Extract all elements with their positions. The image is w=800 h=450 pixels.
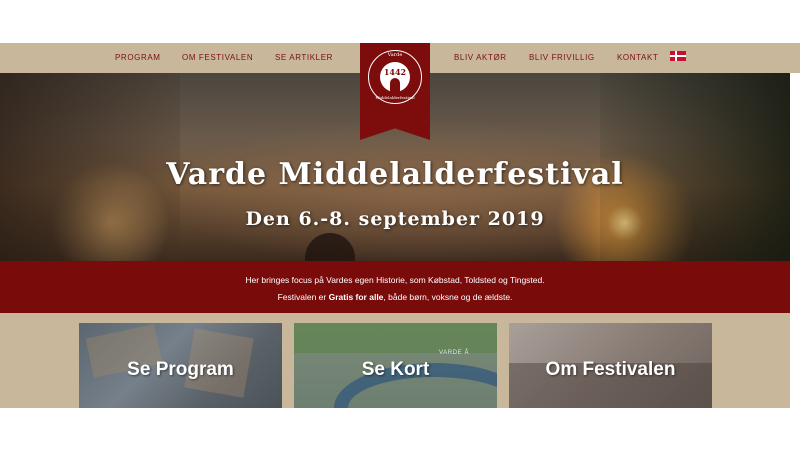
nav-kontakt[interactable]: KONTAKT xyxy=(617,53,658,62)
hero-archway-decor xyxy=(305,233,355,261)
hero-title: Varde Middelalderfestival xyxy=(166,157,624,192)
nav-bliv-aktor[interactable]: BLIV AKTØR xyxy=(454,53,507,62)
tile-label: Se Kort xyxy=(361,359,430,380)
tile-label: Se Program xyxy=(127,359,234,380)
info-line-2: Festivalen er Gratis for alle, både børn… xyxy=(0,292,790,302)
info-line-2-suffix: , både børn, voksne og de ældste. xyxy=(383,292,513,302)
info-line-2-prefix: Festivalen er xyxy=(277,292,329,302)
logo-bottom-text: Middelalderfestival xyxy=(375,95,415,100)
hero-date: Den 6.-8. september 2019 xyxy=(245,208,545,230)
nav-bliv-frivillig[interactable]: BLIV FRIVILLIG xyxy=(529,53,595,62)
page: PROGRAM OM FESTIVALEN SE ARTIKLER BLIV A… xyxy=(0,0,800,450)
danish-flag-icon[interactable] xyxy=(670,51,686,61)
info-line-2-bold: Gratis for alle xyxy=(328,292,384,302)
tile-se-kort[interactable]: VARDE Å Se Kort xyxy=(294,323,497,408)
nav-om-festivalen[interactable]: OM FESTIVALEN xyxy=(182,53,253,62)
logo-top-text: Varde xyxy=(387,52,403,58)
nav-program[interactable]: PROGRAM xyxy=(115,53,161,62)
map-river-label: VARDE Å xyxy=(439,350,470,356)
tile-om-festivalen[interactable]: Om Festivalen xyxy=(509,323,712,408)
map-park-decor xyxy=(294,323,497,353)
nav-se-artikler[interactable]: SE ARTIKLER xyxy=(275,53,333,62)
logo-year: 1442 xyxy=(383,67,407,77)
tile-label: Om Festivalen xyxy=(545,359,676,380)
info-line-1: Her bringes focus på Vardes egen Histori… xyxy=(245,275,545,285)
info-band: Her bringes focus på Vardes egen Histori… xyxy=(0,261,790,313)
tile-se-program[interactable]: Se Program xyxy=(79,323,282,408)
